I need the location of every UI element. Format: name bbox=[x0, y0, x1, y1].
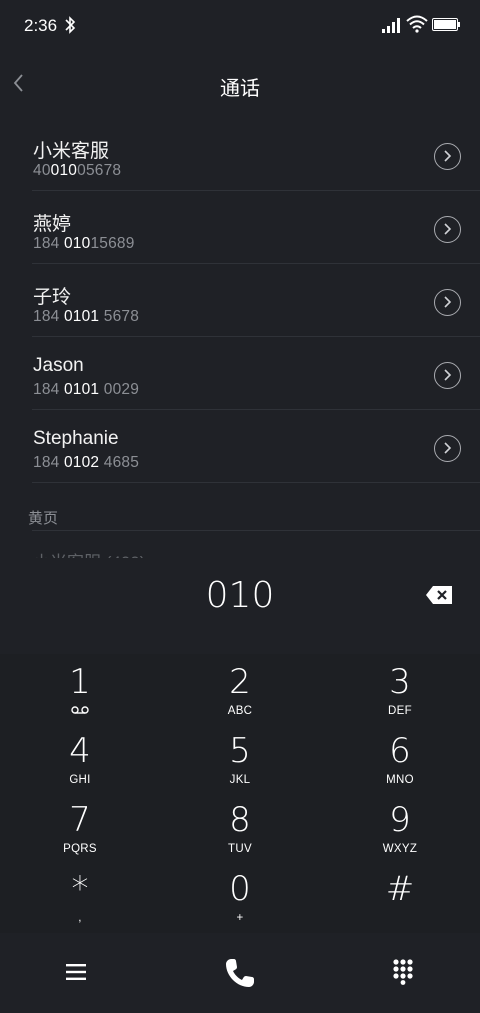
section-header-yellow-pages: 黄页 bbox=[28, 510, 59, 527]
key-letters: + bbox=[236, 912, 244, 924]
key-digit: 3 bbox=[389, 662, 411, 702]
key-digit: 1 bbox=[69, 662, 91, 702]
keypad: 1 2 ABC 3 DEF 4 GHI 5 JKL 6 MNO 7 PQRS 8… bbox=[0, 654, 480, 933]
key-star[interactable]: * , bbox=[0, 861, 160, 930]
voicemail-icon bbox=[71, 706, 89, 714]
key-digit: # bbox=[385, 869, 415, 909]
key-digit: 0 bbox=[229, 869, 251, 909]
key-8[interactable]: 8 TUV bbox=[160, 792, 320, 861]
contact-number: 184 0101 0029 bbox=[33, 381, 139, 399]
key-letters: PQRS bbox=[63, 843, 97, 855]
key-letters: DEF bbox=[388, 705, 412, 717]
number-match: 0102 bbox=[63, 454, 100, 471]
number-match: 010 bbox=[50, 162, 78, 179]
key-4[interactable]: 4 GHI bbox=[0, 723, 160, 792]
contact-row[interactable]: 小米客服 4001005678 bbox=[0, 118, 480, 191]
status-time: 2:36 bbox=[24, 16, 58, 35]
chevron-right-icon bbox=[444, 223, 452, 235]
key-3[interactable]: 3 DEF bbox=[320, 654, 480, 723]
contact-name: Jason bbox=[33, 355, 84, 376]
key-7[interactable]: 7 PQRS bbox=[0, 792, 160, 861]
contact-row[interactable]: 燕婷 184 01015689 bbox=[0, 191, 480, 264]
number-match: 0101 bbox=[63, 308, 100, 325]
backspace-icon[interactable] bbox=[425, 585, 453, 605]
key-digit: 4 bbox=[69, 731, 91, 771]
phone-icon[interactable] bbox=[224, 957, 256, 989]
key-5[interactable]: 5 JKL bbox=[160, 723, 320, 792]
key-digit: 2 bbox=[229, 662, 251, 702]
number-prefix: 40 bbox=[33, 162, 51, 179]
number-suffix: 15689 bbox=[90, 235, 135, 252]
chevron-right-icon bbox=[444, 369, 452, 381]
key-2[interactable]: 2 ABC bbox=[160, 654, 320, 723]
battery-icon bbox=[432, 18, 460, 31]
key-letters: GHI bbox=[69, 774, 91, 786]
divider bbox=[32, 530, 480, 531]
dialpad-icon[interactable] bbox=[392, 959, 414, 985]
contact-name: Stephanie bbox=[33, 428, 119, 449]
key-6[interactable]: 6 MNO bbox=[320, 723, 480, 792]
contact-number: 184 0102 4685 bbox=[33, 454, 139, 472]
number-suffix: 0029 bbox=[99, 381, 140, 398]
key-digit: 8 bbox=[229, 800, 251, 840]
key-digit: 5 bbox=[229, 731, 251, 771]
number-prefix: 184 bbox=[33, 381, 64, 398]
key-letters: , bbox=[78, 912, 82, 924]
key-digit: 6 bbox=[389, 731, 411, 771]
wifi-icon bbox=[406, 15, 428, 33]
contact-detail-button[interactable] bbox=[434, 362, 461, 389]
key-digit: 7 bbox=[69, 800, 91, 840]
contact-row[interactable]: 子玲 184 0101 5678 bbox=[0, 264, 480, 337]
bluetooth-icon bbox=[65, 16, 76, 34]
key-digit: 9 bbox=[389, 800, 411, 840]
contact-number: 184 0101 5678 bbox=[33, 308, 139, 326]
contact-number: 4001005678 bbox=[33, 162, 121, 180]
contact-detail-button[interactable] bbox=[434, 435, 461, 462]
contact-number: 184 01015689 bbox=[33, 235, 135, 253]
number-suffix: 5678 bbox=[99, 308, 140, 325]
key-0[interactable]: 0 + bbox=[160, 861, 320, 930]
number-match: 010 bbox=[63, 235, 91, 252]
number-prefix: 184 bbox=[33, 235, 64, 252]
key-letters: ABC bbox=[227, 705, 253, 717]
key-letters: TUV bbox=[228, 843, 252, 855]
bottom-bar bbox=[0, 933, 480, 1013]
number-suffix: 4685 bbox=[99, 454, 140, 471]
key-letters: MNO bbox=[386, 774, 414, 786]
contact-name: 小米客服 bbox=[33, 141, 110, 162]
key-letters: JKL bbox=[229, 774, 251, 786]
contact-row[interactable]: Jason 184 0101 0029 bbox=[0, 337, 480, 410]
key-digit: * bbox=[71, 869, 89, 909]
key-9[interactable]: 9 WXYZ bbox=[320, 792, 480, 861]
number-prefix: 184 bbox=[33, 308, 64, 325]
key-1[interactable]: 1 bbox=[0, 654, 160, 723]
key-hash[interactable]: # bbox=[320, 861, 480, 930]
contact-detail-button[interactable] bbox=[434, 216, 461, 243]
chevron-right-icon bbox=[444, 296, 452, 308]
contact-name: 子玲 bbox=[33, 287, 72, 308]
page-title: 通话 bbox=[220, 78, 260, 100]
contact-row[interactable]: Stephanie 184 0102 4685 bbox=[0, 410, 480, 483]
number-match: 0101 bbox=[63, 381, 100, 398]
status-bar: 2:36 bbox=[0, 0, 480, 52]
key-letters: WXYZ bbox=[382, 843, 418, 855]
dialed-number: 010 bbox=[205, 575, 275, 616]
dialer-screen: 2:36 通话 小米客服 4001005678 燕婷 184 01015689 … bbox=[0, 0, 480, 1013]
contact-detail-button[interactable] bbox=[434, 143, 461, 170]
chevron-right-icon bbox=[444, 150, 452, 162]
number-prefix: 184 bbox=[33, 454, 64, 471]
menu-icon[interactable] bbox=[66, 963, 86, 981]
number-suffix: 05678 bbox=[77, 162, 122, 179]
signal-icon bbox=[382, 18, 400, 33]
contact-name: 燕婷 bbox=[33, 214, 72, 235]
contact-detail-button[interactable] bbox=[434, 289, 461, 316]
chevron-right-icon bbox=[444, 442, 452, 454]
contact-list: 小米客服 4001005678 燕婷 184 01015689 子玲 184 0… bbox=[0, 118, 480, 483]
